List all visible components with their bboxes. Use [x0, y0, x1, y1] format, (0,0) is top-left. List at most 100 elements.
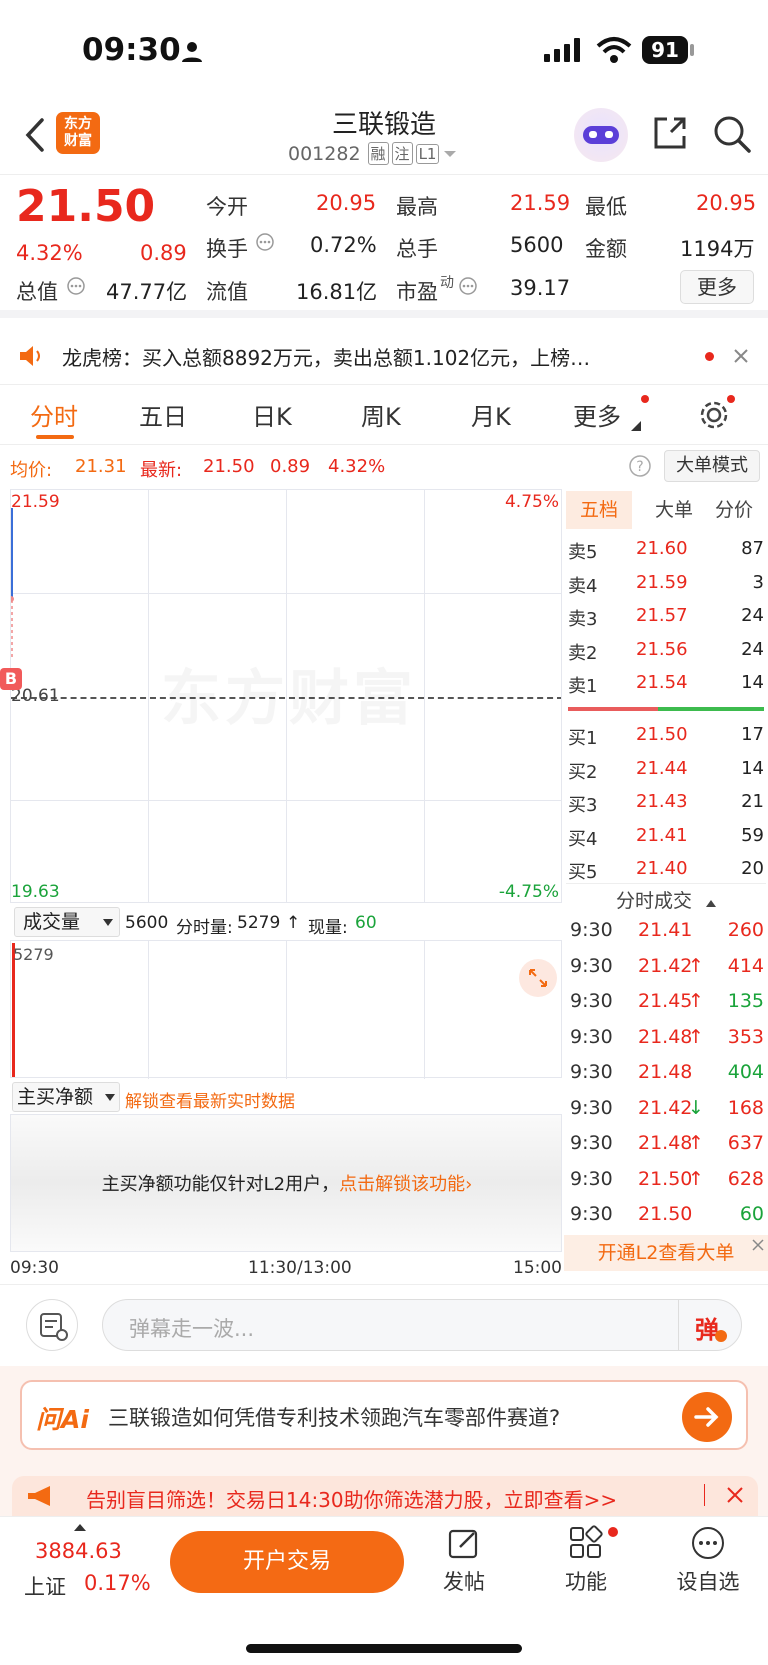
- notice-text: 龙虎榜：买入总额8892万元，卖出总额1.102亿元，上榜…: [62, 346, 591, 370]
- trade-time: 9:30: [570, 919, 613, 941]
- battery-level: 91: [651, 38, 679, 62]
- tab-price-distribution[interactable]: 分价: [706, 491, 762, 529]
- trade-time: 9:30: [570, 1061, 613, 1083]
- info-dots-icon[interactable]: [66, 276, 86, 296]
- danmu-settings-icon: [40, 1313, 68, 1341]
- unread-dot: [705, 352, 714, 361]
- ask-bid-ratio-bar-red: [568, 707, 658, 711]
- share-icon[interactable]: [651, 114, 689, 152]
- bid-row[interactable]: 买1 21.50 17: [568, 720, 764, 750]
- volume-header: 成交量 5600 分时量: 5279 ↑ 现量: 60: [10, 905, 562, 939]
- trade-price: 21.48: [638, 1025, 693, 1048]
- nav-add-watchlist[interactable]: 设自选: [674, 1525, 742, 1596]
- edit-icon: [448, 1529, 478, 1559]
- tab-daily-k[interactable]: 日K: [252, 397, 292, 432]
- open-account-trade-button[interactable]: 开户交易: [170, 1531, 404, 1593]
- bid-row[interactable]: 买5 21.40 20: [568, 854, 764, 884]
- help-icon[interactable]: ?: [628, 454, 652, 478]
- comment-placeholder: 弹幕走一波...: [129, 1317, 255, 1341]
- last-percent: 4.32%: [328, 456, 386, 477]
- bottom-nav: 3884.63 上证 0.17% 开户交易 发帖 功能 设自选: [0, 1516, 768, 1665]
- tab-more[interactable]: 更多: [573, 397, 621, 432]
- ask-row[interactable]: 卖2 21.56 24: [568, 635, 764, 665]
- trades-title[interactable]: 分时成交: [566, 884, 766, 918]
- volume-chart[interactable]: 5279: [10, 940, 562, 1079]
- unlock-hint[interactable]: 解锁查看最新实时数据: [125, 1087, 295, 1112]
- index-name[interactable]: 上证: [24, 1571, 66, 1601]
- trade-time: 9:30: [570, 1167, 613, 1190]
- ask-bid-ratio-bar-green: [658, 707, 764, 711]
- expand-button[interactable]: [519, 959, 557, 997]
- nav-functions[interactable]: 功能: [556, 1525, 616, 1596]
- net-buy-unlock-link[interactable]: 点击解锁该功能›: [339, 1174, 472, 1195]
- tab-five-levels[interactable]: 五档: [566, 491, 632, 529]
- index-percent[interactable]: 0.17%: [84, 1571, 151, 1595]
- settings-dot: [727, 395, 735, 403]
- more-quote-button[interactable]: 更多: [680, 270, 754, 304]
- bid-row[interactable]: 买3 21.43 21: [568, 787, 764, 817]
- l2-banner[interactable]: 开通L2查看大单: [564, 1235, 768, 1271]
- trade-price: 21.42: [638, 1096, 693, 1119]
- info-dots-icon[interactable]: [458, 276, 478, 296]
- trade-price: 21.50: [638, 1203, 693, 1225]
- settings-icon[interactable]: [698, 399, 730, 431]
- promo-bar[interactable]: 告别盲目筛选！交易日14:30助你筛选潜力股，立即查看>>: [12, 1476, 758, 1516]
- quote-label-low: 最低: [585, 195, 627, 219]
- quote-label-amount: 金额: [585, 237, 627, 261]
- more-dot: [641, 395, 649, 403]
- ask-row[interactable]: 卖1 21.54 14: [568, 668, 764, 698]
- quote-panel: 21.50 4.32% 0.89 总值 47.77亿 今开 20.95 最高 2…: [0, 176, 768, 318]
- danmu-settings-button[interactable]: [26, 1299, 78, 1351]
- trade-direction: ↑: [688, 990, 704, 1012]
- ask-row[interactable]: 卖4 21.59 3: [568, 568, 764, 598]
- info-dots-icon[interactable]: [255, 232, 275, 252]
- ask-level: 卖2: [568, 642, 598, 664]
- quote-label-high: 最高: [396, 195, 438, 219]
- tab-monthly-k[interactable]: 月K: [471, 397, 511, 432]
- quote-value-turnover: 0.72%: [310, 233, 377, 257]
- trade-time: 9:30: [570, 990, 613, 1012]
- ask-row[interactable]: 卖3 21.57 24: [568, 601, 764, 631]
- stock-code-row[interactable]: 001282 融 注 L1: [288, 142, 458, 165]
- bid-price: 21.44: [636, 757, 688, 779]
- ai-go-button[interactable]: [682, 1392, 732, 1442]
- net-buy-selector[interactable]: 主买净额: [12, 1082, 120, 1112]
- trade-row: 9:30 21.42 ↓ 168: [568, 1093, 764, 1125]
- ai-question-card[interactable]: 问Ai 三联锻造如何凭借专利技术领跑汽车零部件赛道?: [20, 1380, 748, 1450]
- tab-five-day[interactable]: 五日: [139, 397, 187, 432]
- close-icon[interactable]: [726, 1486, 744, 1504]
- trade-volume: 404: [727, 1061, 764, 1083]
- nav-post[interactable]: 发帖: [434, 1525, 494, 1596]
- bid-row[interactable]: 买2 21.44 14: [568, 754, 764, 784]
- notice-bar[interactable]: 龙虎榜：买入总额8892万元，卖出总额1.102亿元，上榜…: [0, 326, 768, 385]
- index-value[interactable]: 3884.63: [35, 1539, 122, 1563]
- ask-row[interactable]: 卖5 21.60 87: [568, 534, 764, 564]
- tab-big-orders[interactable]: 大单: [646, 491, 702, 529]
- ai-robot-avatar[interactable]: [574, 108, 628, 162]
- quote-label-turnover: 换手: [206, 237, 248, 261]
- quote-value-volume: 5600: [510, 233, 564, 257]
- trade-volume: 260: [727, 919, 764, 941]
- close-icon[interactable]: [733, 348, 749, 364]
- tab-intraday[interactable]: 分时: [30, 397, 78, 432]
- search-icon[interactable]: [712, 114, 752, 154]
- close-icon[interactable]: [750, 1237, 766, 1253]
- comment-input[interactable]: 弹幕走一波... 弹: [102, 1299, 742, 1351]
- battery-tip: [690, 44, 694, 56]
- trade-row: 9:30 21.42 ↑ 414: [568, 951, 764, 983]
- stock-code: 001282: [288, 142, 361, 165]
- trade-price: 21.41: [638, 919, 693, 941]
- grid-line: [148, 941, 149, 1079]
- bid-row[interactable]: 买4 21.41 59: [568, 821, 764, 851]
- quote-value-low: 20.95: [696, 191, 757, 215]
- trade-volume: 628: [727, 1167, 764, 1190]
- volume-selector[interactable]: 成交量: [14, 907, 120, 937]
- tab-weekly-k[interactable]: 周K: [361, 397, 401, 432]
- ask-price: 21.56: [636, 638, 688, 660]
- last-value: 21.50: [203, 456, 255, 477]
- trade-row: 9:30 21.41 260: [568, 915, 764, 947]
- buy-marker[interactable]: B: [0, 668, 22, 690]
- change-percent: 4.32%: [16, 241, 83, 265]
- intraday-chart[interactable]: 东方财富 21.59 20.61 19.63 4.75% -4.75%: [10, 489, 562, 903]
- big-order-mode-button[interactable]: 大单模式: [664, 450, 760, 482]
